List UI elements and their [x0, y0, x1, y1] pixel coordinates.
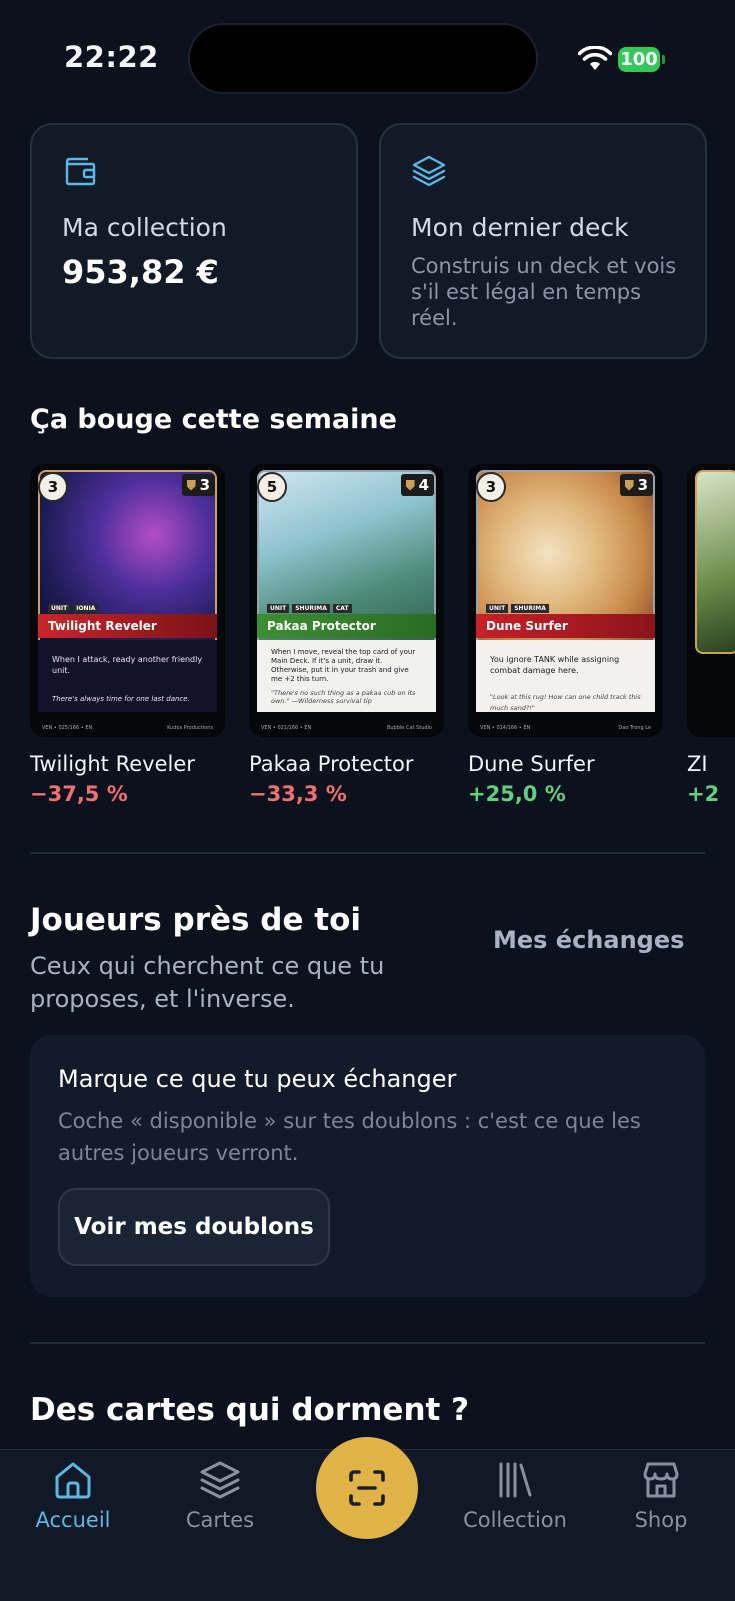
trade-prompt-title: Marque ce que tu peux échanger: [58, 1065, 457, 1093]
card-might-badge: 3: [181, 474, 215, 496]
trending-card-twilight-reveler[interactable]: 3 3 UNIT IONIA Twilight Reveler When I at…: [30, 464, 225, 737]
collection-title: Ma collection: [62, 213, 227, 242]
section-divider: [30, 852, 705, 854]
last-deck-title: Mon dernier deck: [411, 213, 629, 242]
wifi-icon: [578, 46, 612, 70]
tab-label: Shop: [634, 1508, 688, 1532]
home-icon: [55, 1462, 91, 1499]
trending-card-name: Twilight Reveler: [30, 752, 195, 776]
last-deck-description: Construis un deck et vois s'il est légal…: [411, 254, 677, 330]
card-footer: VEN • 014/166 • EN Dao Trong Le: [480, 725, 651, 731]
trending-card-change: +2: [687, 782, 720, 806]
trending-card-change: +25,0 %: [468, 782, 566, 806]
trending-card-change: −37,5 %: [30, 782, 128, 806]
card-banner: Dune Surfer: [476, 614, 655, 638]
card-tags: UNIT SHURIMA CAT: [267, 604, 352, 613]
card-might-badge: 3: [619, 474, 653, 496]
section-divider: [30, 1342, 705, 1344]
card-rules-text: When I attack, ready another friendly un…: [38, 640, 217, 712]
status-time: 22:22: [64, 40, 159, 74]
card-cost-icon: 3: [38, 472, 68, 502]
trending-card-name: Pakaa Protector: [249, 752, 414, 776]
tab-label: Collection: [463, 1508, 567, 1532]
trending-card-change: −33,3 %: [249, 782, 347, 806]
trending-card-pakaa-protector[interactable]: 5 4 UNIT SHURIMA CAT Pakaa Protector When …: [249, 464, 444, 737]
players-title: Joueurs près de toi: [30, 902, 362, 938]
players-subtitle: Ceux qui cherchent ce que tu proposes, e…: [30, 952, 385, 1013]
store-icon: [643, 1462, 679, 1498]
library-icon: [499, 1462, 532, 1498]
dynamic-island: [188, 23, 538, 94]
view-duplicates-button[interactable]: Voir mes doublons: [58, 1188, 330, 1266]
trending-card-partial[interactable]: [687, 464, 735, 737]
collection-card[interactable]: Ma collection 953,82 €: [30, 123, 358, 359]
card-rules-text: You ignore TANK while assigning combat d…: [476, 640, 655, 712]
tab-label: Accueil: [35, 1508, 111, 1532]
card-tags: UNIT IONIA: [48, 604, 99, 613]
trending-card-name: Dune Surfer: [468, 752, 595, 776]
tab-collection[interactable]: Collection: [455, 1458, 575, 1532]
stack-icon: [200, 1461, 240, 1499]
dormant-title: Des cartes qui dorment ?: [30, 1392, 470, 1428]
trending-card-name: ZI: [687, 752, 708, 776]
card-might-badge: 4: [400, 474, 434, 496]
card-rules-text: When I move, reveal the top card of your…: [257, 640, 436, 712]
trending-card-dune-surfer[interactable]: 3 3 UNIT SHURIMA Dune Surfer You ignore T…: [468, 464, 663, 737]
card-banner: Twilight Reveler: [38, 614, 217, 638]
scan-icon: [349, 1470, 385, 1506]
tab-accueil[interactable]: Accueil: [13, 1458, 133, 1532]
wallet-icon: [65, 157, 96, 186]
layers-icon: [412, 155, 446, 187]
card-footer: VEN • 025/166 • EN Kudos Productions: [42, 725, 213, 731]
trade-prompt-box: Marque ce que tu peux échanger Coche « d…: [30, 1035, 705, 1297]
battery-cap: [662, 55, 665, 64]
card-footer: VEN • 021/166 • EN Bubble Cat Studio: [261, 725, 432, 731]
tab-cartes[interactable]: Cartes: [160, 1458, 280, 1532]
tab-label: Cartes: [185, 1508, 255, 1532]
card-cost-icon: 3: [476, 472, 506, 502]
last-deck-card[interactable]: Mon dernier deck Construis un deck et vo…: [379, 123, 707, 359]
collection-value: 953,82 €: [62, 253, 219, 291]
card-tags: UNIT SHURIMA: [486, 604, 549, 613]
trade-prompt-description: Coche « disponible » sur tes doublons : …: [58, 1109, 641, 1165]
battery-indicator: 100: [618, 47, 660, 72]
card-cost-icon: 5: [257, 472, 287, 502]
tab-shop[interactable]: Shop: [601, 1458, 721, 1532]
my-trades-link[interactable]: Mes échanges: [493, 926, 684, 954]
scan-button[interactable]: [316, 1437, 418, 1539]
card-banner: Pakaa Protector: [257, 614, 436, 638]
trending-title: Ça bouge cette semaine: [30, 404, 397, 435]
